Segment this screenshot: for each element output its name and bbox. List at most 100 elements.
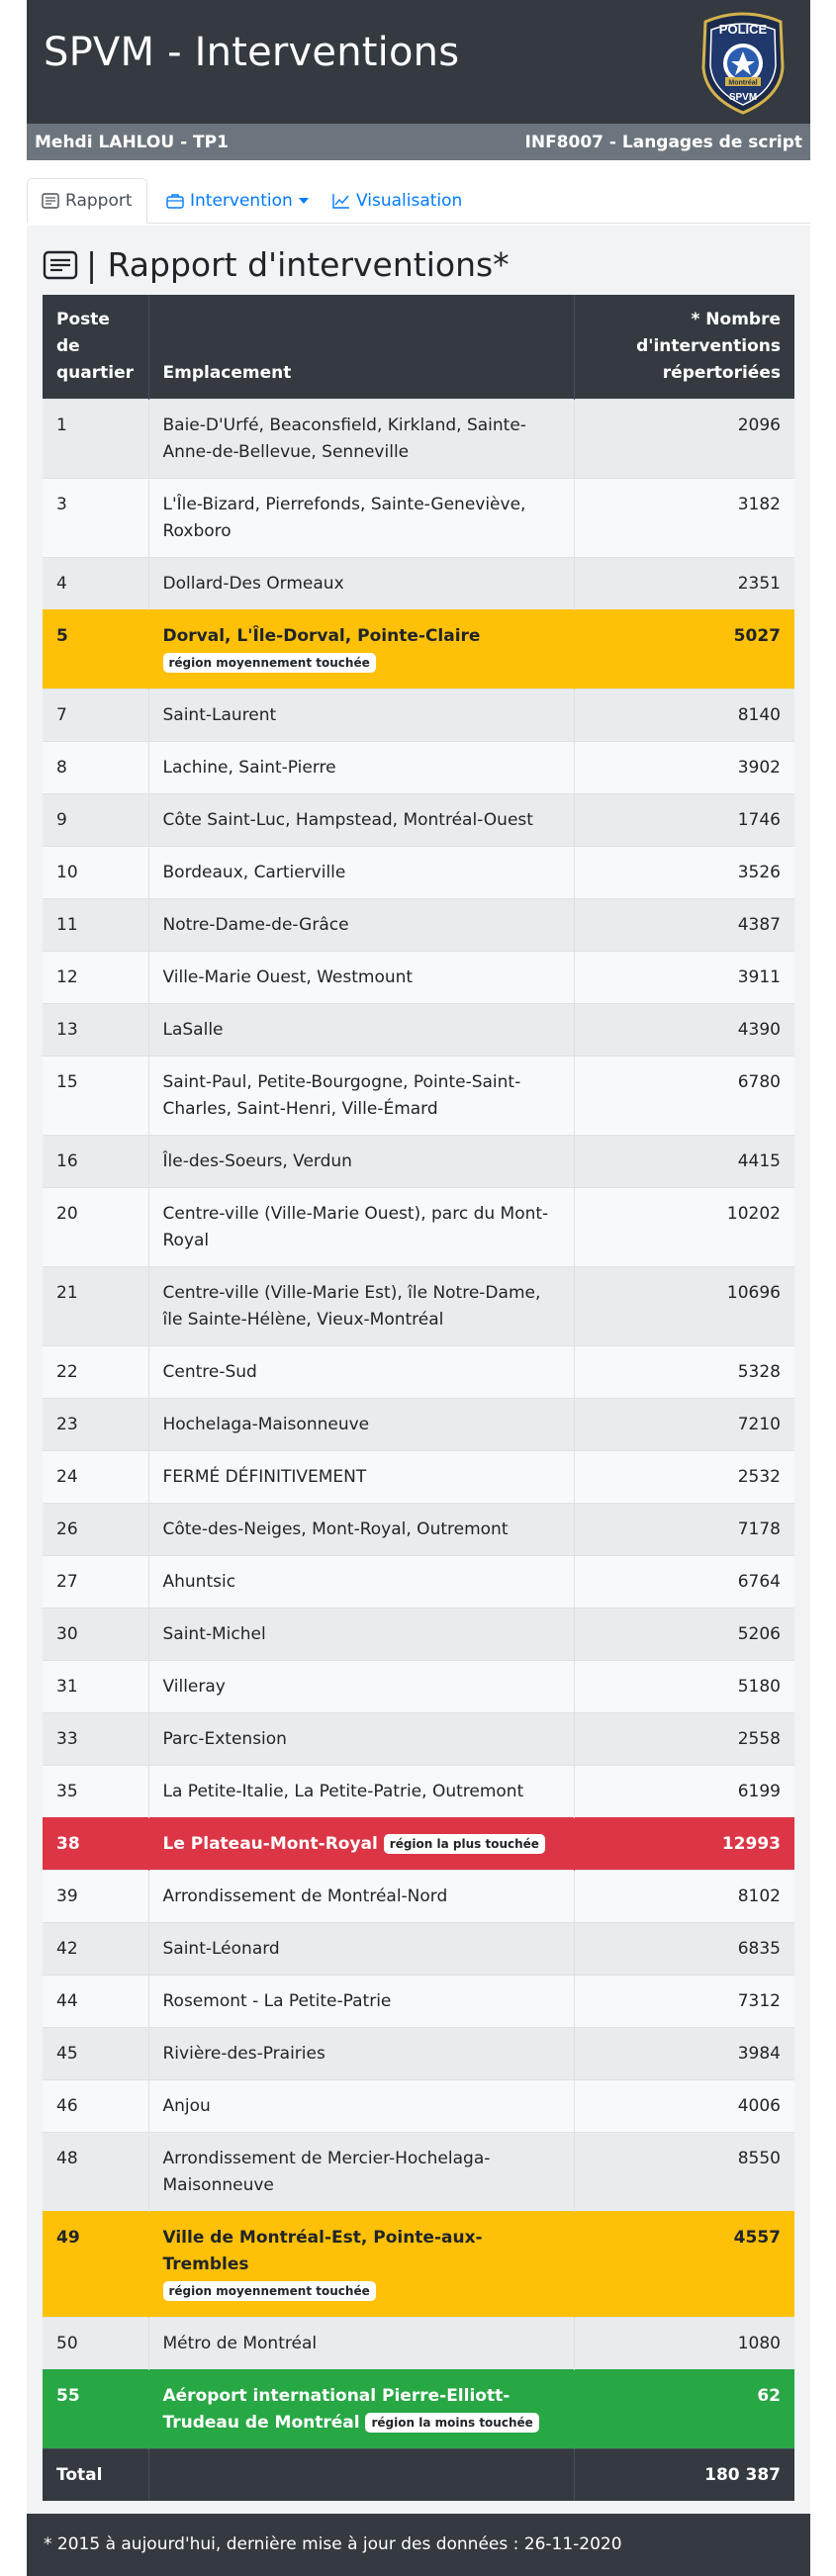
table-row: 23 Hochelaga-Maisonneuve 7210 [43,1398,794,1451]
cell-poste: 7 [43,689,149,742]
cell-emplacement: Rivière-des-Prairies [148,2027,575,2080]
svg-text:SPVM: SPVM [729,92,757,103]
briefcase-icon [166,194,184,209]
cell-poste: 46 [43,2079,149,2133]
cell-nombre: 3984 [574,2027,794,2080]
table-row: 30 Saint-Michel 5206 [43,1608,794,1661]
table-row: 55 Aéroport international Pierre-Elliott-… [43,2369,794,2449]
cell-nombre: 7312 [574,1975,794,2028]
table-row: 21 Centre-ville (Ville-Marie Est), île No… [43,1266,794,1346]
emplacement-text: Rosemont - La Petite-Patrie [162,1991,392,2011]
caret-down-icon [298,198,309,204]
tab-intervention[interactable]: Intervention [152,178,323,224]
cell-poste: 35 [43,1765,149,1818]
status-badge: région moyennement touchée [162,653,376,673]
cell-nombre: 10202 [574,1187,794,1267]
cell-emplacement: Arrondissement de Montréal-Nord [148,1870,575,1923]
cell-emplacement: Ahuntsic [148,1555,575,1609]
cell-emplacement: Ville de Montréal-Est, Pointe-aux-Trembl… [148,2211,575,2318]
interventions-table: Poste de quartier Emplacement * Nombre d… [43,295,794,2501]
cell-nombre: 2351 [574,557,794,610]
emplacement-text: Rivière-des-Prairies [162,2044,325,2064]
cell-nombre: 4557 [574,2211,794,2318]
cell-emplacement: Rosemont - La Petite-Patrie [148,1975,575,2028]
cell-nombre: 4387 [574,898,794,952]
cell-nombre: 6835 [574,1922,794,1976]
table-row: 48 Arrondissement de Mercier-Hochelaga-Ma… [43,2132,794,2212]
cell-nombre: 3182 [574,478,794,558]
cell-poste: 33 [43,1712,149,1766]
table-row: 42 Saint-Léonard 6835 [43,1922,794,1976]
cell-poste: 4 [43,557,149,610]
page-title-text: | Rapport d'interventions* [86,245,510,284]
cell-nombre: 7178 [574,1503,794,1556]
table-row: 24 FERMÉ DÉFINITIVEMENT 2532 [43,1450,794,1504]
emplacement-text: Le Plateau-Mont-Royal [162,1834,378,1854]
emplacement-text: Arrondissement de Mercier-Hochelaga-Mais… [162,2149,491,2195]
header-poste: Poste de quartier [43,295,149,400]
table-row: 33 Parc-Extension 2558 [43,1712,794,1766]
table-row: 44 Rosemont - La Petite-Patrie 7312 [43,1975,794,2028]
app-title: SPVM - Interventions [44,30,460,75]
emplacement-text: Centre-ville (Ville-Marie Est), île Notr… [162,1283,541,1330]
cell-emplacement: Centre-ville (Ville-Marie Ouest), parc d… [148,1187,575,1267]
cell-nombre: 1080 [574,2317,794,2370]
cell-nombre: 3902 [574,741,794,794]
cell-nombre: 4390 [574,1003,794,1057]
cell-emplacement: Saint-Léonard [148,1922,575,1976]
table-row: 45 Rivière-des-Prairies 3984 [43,2027,794,2080]
cell-nombre: 5027 [574,609,794,690]
header-emplacement: Emplacement [148,295,575,400]
cell-poste: 22 [43,1345,149,1399]
course-label: INF8007 - Langages de script [524,133,802,152]
cell-poste: 27 [43,1555,149,1609]
cell-poste: 45 [43,2027,149,2080]
cell-nombre: 3911 [574,951,794,1004]
emplacement-text: Saint-Léonard [162,1939,280,1959]
cell-nombre: 2558 [574,1712,794,1766]
emplacement-text: Hochelaga-Maisonneuve [162,1415,370,1434]
emplacement-text: Saint-Michel [162,1624,266,1644]
cell-nombre: 3526 [574,846,794,899]
emplacement-text: Ville-Marie Ouest, Westmount [162,967,414,987]
emplacement-text: Dollard-Des Ormeaux [162,574,344,594]
table-row: 12 Ville-Marie Ouest, Westmount 3911 [43,951,794,1004]
page-footer: * 2015 à aujourd'hui, dernière mise à jo… [27,2514,810,2576]
cell-emplacement: L'Île-Bizard, Pierrefonds, Sainte-Genevi… [148,478,575,558]
cell-nombre: 8550 [574,2132,794,2212]
emplacement-text: Anjou [162,2096,211,2116]
cell-emplacement: Aéroport international Pierre-Elliott-Tr… [148,2369,575,2449]
cell-nombre: 7210 [574,1398,794,1451]
cell-emplacement: Lachine, Saint-Pierre [148,741,575,794]
page-title: | Rapport d'interventions* [43,245,510,284]
table-row: 5 Dorval, L'Île-Dorval, Pointe-Claire régi… [43,609,794,690]
cell-emplacement: Hochelaga-Maisonneuve [148,1398,575,1451]
table-row: 35 La Petite-Italie, La Petite-Patrie, Ou… [43,1765,794,1818]
emplacement-text: Arrondissement de Montréal-Nord [162,1886,448,1906]
emplacement-text: Centre-ville (Ville-Marie Ouest), parc d… [162,1204,549,1250]
cell-emplacement: Saint-Michel [148,1608,575,1661]
document-icon [43,250,78,279]
cell-nombre: 6199 [574,1765,794,1818]
emplacement-text: Île-des-Soeurs, Verdun [162,1151,352,1171]
cell-nombre: 2096 [574,399,794,479]
cell-emplacement: La Petite-Italie, La Petite-Patrie, Outr… [148,1765,575,1818]
cell-poste: 31 [43,1660,149,1713]
cell-nombre: 2532 [574,1450,794,1504]
tab-rapport[interactable]: Rapport [27,178,147,224]
cell-emplacement: Centre-Sud [148,1345,575,1399]
cell-poste: 21 [43,1266,149,1346]
table-row: 10 Bordeaux, Cartierville 3526 [43,846,794,899]
emplacement-text: LaSalle [162,1020,224,1040]
table-row: 26 Côte-des-Neiges, Mont-Royal, Outremont… [43,1503,794,1556]
emplacement-text: Villeray [162,1677,226,1697]
emplacement-text: Dorval, L'Île-Dorval, Pointe-Claire [162,626,481,646]
table-row: 15 Saint-Paul, Petite-Bourgogne, Pointe-S… [43,1056,794,1136]
cell-emplacement: Arrondissement de Mercier-Hochelaga-Mais… [148,2132,575,2212]
svg-text:POLICE: POLICE [719,22,768,37]
table-row: 22 Centre-Sud 5328 [43,1345,794,1399]
cell-poste: 9 [43,793,149,847]
police-badge-logo: POLICE Montréal SPVM [701,12,785,115]
cell-poste: 10 [43,846,149,899]
tab-visualisation[interactable]: Visualisation [319,178,476,224]
